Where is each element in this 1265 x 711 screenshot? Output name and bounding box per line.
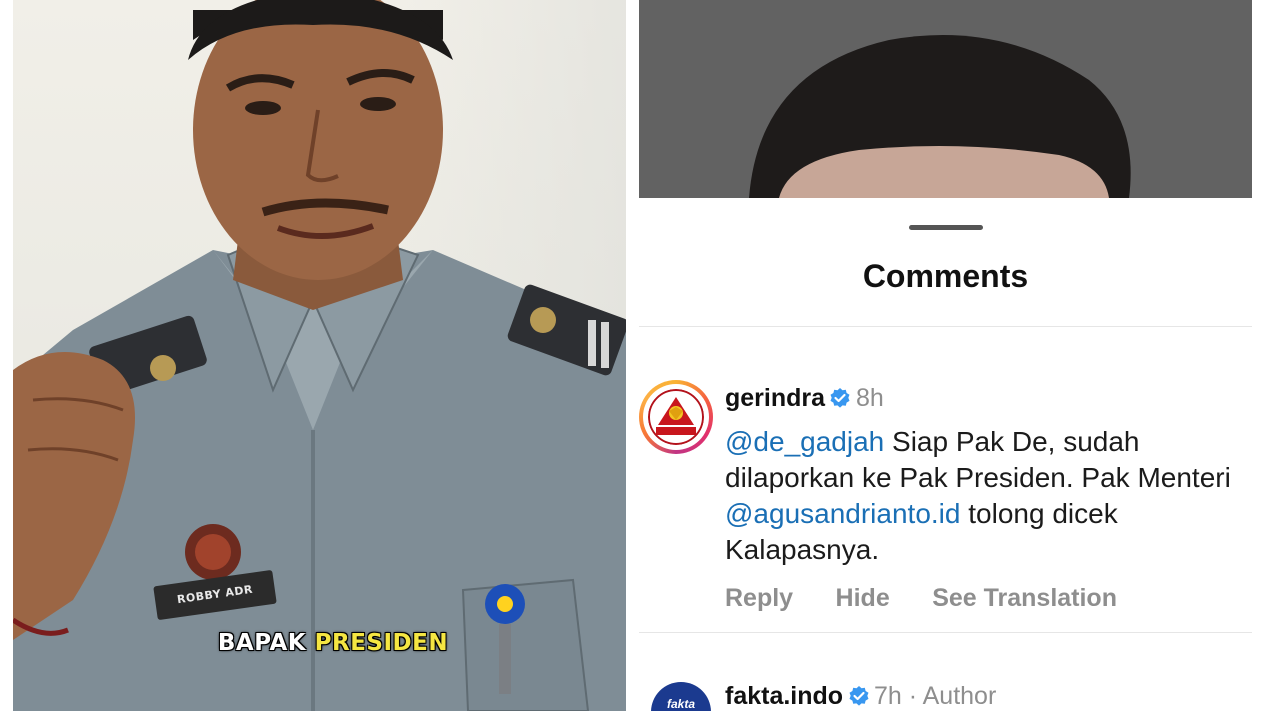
video-caption: BAPAK PRESIDEN [203,630,463,656]
video-frame[interactable]: ROBBY ADR BAPAK PRESIDEN [13,0,626,711]
comment-username[interactable]: fakta.indo [725,682,843,710]
verified-badge-icon [849,686,869,706]
sheet-drag-handle[interactable] [909,225,983,230]
fakta-indo-avatar[interactable]: fakta [651,682,711,711]
post-preview-person [749,35,1131,198]
verified-badge-icon [830,388,850,408]
gerindra-avatar[interactable] [639,380,713,454]
divider [639,326,1252,327]
comment-username[interactable]: gerindra [725,384,825,412]
hide-button[interactable]: Hide [836,584,890,612]
comment-header: fakta.indo 7h · Author [725,682,996,711]
reply-button[interactable]: Reply [725,584,793,612]
comment-text: @de_gadjah Siap Pak De, sudah dilaporkan… [725,424,1235,568]
comment-time: 8h [855,384,884,412]
see-translation-button[interactable]: See Translation [932,584,1117,612]
speaker-person-illustration [13,0,626,711]
comment-actions: Reply Hide See Translation [725,584,1155,613]
comments-title: Comments [862,258,1029,294]
instagram-comments-panel: Comments gerindra 8h @de_gadjah Siap Pak… [639,0,1252,711]
comment-header: gerindra 8h [725,384,884,413]
divider [639,632,1252,633]
caption-word-2: PRESIDEN [314,630,449,656]
caption-word-1: BAPAK [217,630,307,656]
post-preview-image[interactable] [639,0,1252,198]
mention-link[interactable]: @agusandrianto.id [725,498,960,529]
comment-time-author: 7h · Author [873,682,997,710]
mention-link[interactable]: @de_gadjah [725,426,884,457]
gerindra-logo [648,389,704,445]
